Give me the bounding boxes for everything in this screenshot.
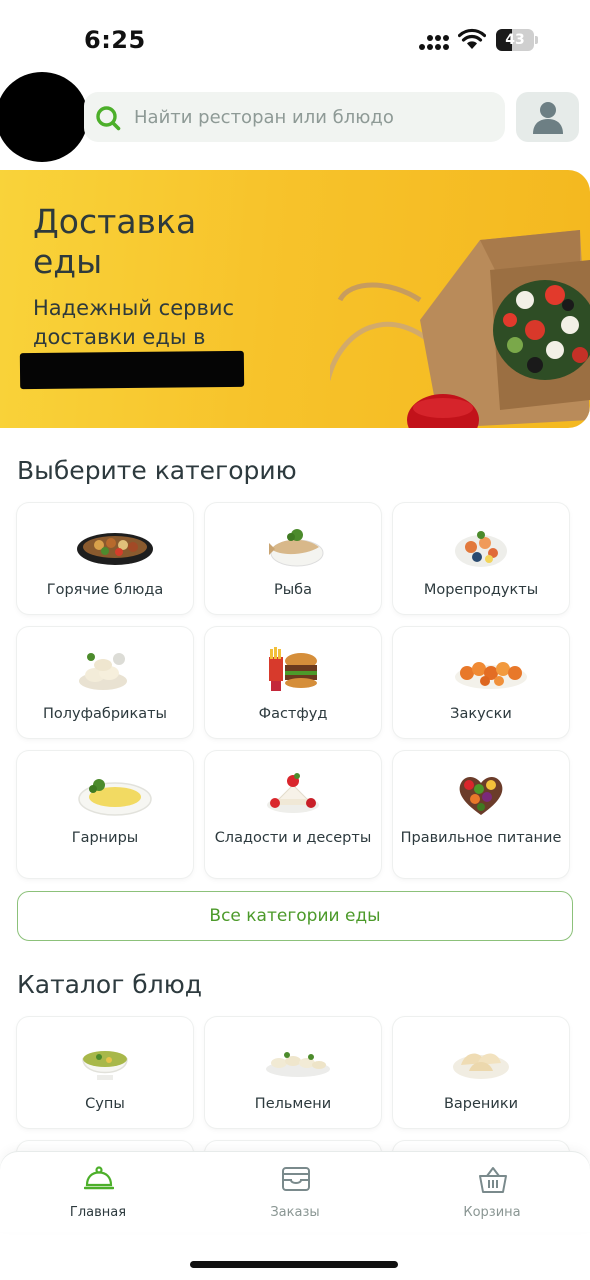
category-label: Морепродукты [423, 582, 539, 598]
category-card-hot-dishes[interactable]: Горячие блюда [17, 503, 193, 614]
wifi-icon [458, 28, 486, 49]
desserts-icon [267, 773, 319, 813]
category-card-side-dishes[interactable]: Гарниры [17, 751, 193, 878]
category-card-desserts[interactable]: Сладости и десерты [205, 751, 381, 878]
category-card-seafood[interactable]: Морепродукты [393, 503, 569, 614]
user-icon [533, 102, 563, 134]
banner-title: Доставка еды [33, 202, 197, 281]
catalog-title: Каталог блюд [17, 970, 203, 999]
battery-icon: 43 [496, 29, 538, 51]
side-dishes-icon [78, 779, 152, 816]
home-indicator [190, 1261, 398, 1268]
category-card-fastfood[interactable]: Фастфуд [205, 627, 381, 738]
battery-percent: 43 [505, 32, 525, 48]
search-bar[interactable] [84, 92, 505, 142]
catalog-card-soups[interactable]: Супы [17, 1017, 193, 1128]
categories-title: Выберите категорию [17, 456, 297, 485]
fastfood-icon [269, 647, 317, 691]
catalog-card-pelmeni[interactable]: Пельмени [205, 1017, 381, 1128]
promo-banner[interactable]: Доставка еды Надежный сервис доставки ед… [0, 170, 590, 428]
snacks-icon [455, 662, 527, 689]
vareniki-icon [453, 1053, 509, 1079]
category-card-healthy-food[interactable]: Правильное питание [393, 751, 569, 878]
brand-logo[interactable] [0, 72, 88, 162]
seafood-icon [455, 531, 507, 567]
nav-item-home[interactable]: Главная [0, 1152, 196, 1232]
search-input[interactable] [134, 92, 494, 142]
healthy-food-icon [459, 777, 503, 815]
catalog-label: Пельмени [254, 1096, 332, 1112]
category-label: Фастфуд [258, 706, 328, 722]
nav-item-orders[interactable]: Заказы [197, 1152, 393, 1232]
basket-icon [479, 1167, 507, 1193]
catalog-label: Вареники [443, 1096, 519, 1112]
category-label: Полуфабрикаты [42, 706, 167, 722]
orders-icon [282, 1167, 310, 1191]
fish-icon [269, 529, 324, 567]
category-card-fish[interactable]: Рыба [205, 503, 381, 614]
soup-icon [82, 1051, 128, 1080]
search-icon [96, 106, 121, 131]
status-bar: 6:25 43 [0, 0, 590, 80]
category-label: Горячие блюда [46, 582, 164, 598]
catalog-label: Супы [85, 1096, 125, 1112]
category-label: Закуски [450, 706, 512, 722]
nav-label-orders: Заказы [270, 1205, 320, 1220]
category-card-snacks[interactable]: Закуски [393, 627, 569, 738]
category-label: Гарниры [71, 830, 139, 846]
nav-item-cart[interactable]: Корзина [394, 1152, 590, 1232]
banner-subtitle: Надежный сервис доставки еды в [33, 296, 235, 349]
redacted-city [19, 350, 245, 390]
semi-finished-icon [79, 653, 127, 690]
catalog-card-vareniki[interactable]: Вареники [393, 1017, 569, 1128]
food-bag-illustration [330, 230, 590, 428]
cloche-icon [84, 1166, 114, 1190]
signal-icon [419, 35, 449, 50]
bottom-navigation: Главная Заказы Корзина [0, 1152, 590, 1232]
all-categories-button[interactable]: Все категории еды [17, 891, 573, 941]
nav-label-cart: Корзина [463, 1205, 521, 1220]
status-time: 6:25 [84, 26, 146, 54]
profile-button[interactable] [516, 92, 579, 142]
category-card-semi-finished[interactable]: Полуфабрикаты [17, 627, 193, 738]
category-label: Сладости и десерты [214, 830, 372, 846]
category-label: Правильное питание [400, 830, 562, 846]
category-label: Рыба [273, 582, 313, 598]
nav-label-home: Главная [69, 1205, 127, 1220]
pelmeni-icon [266, 1052, 330, 1077]
hot-dishes-icon [77, 533, 153, 565]
